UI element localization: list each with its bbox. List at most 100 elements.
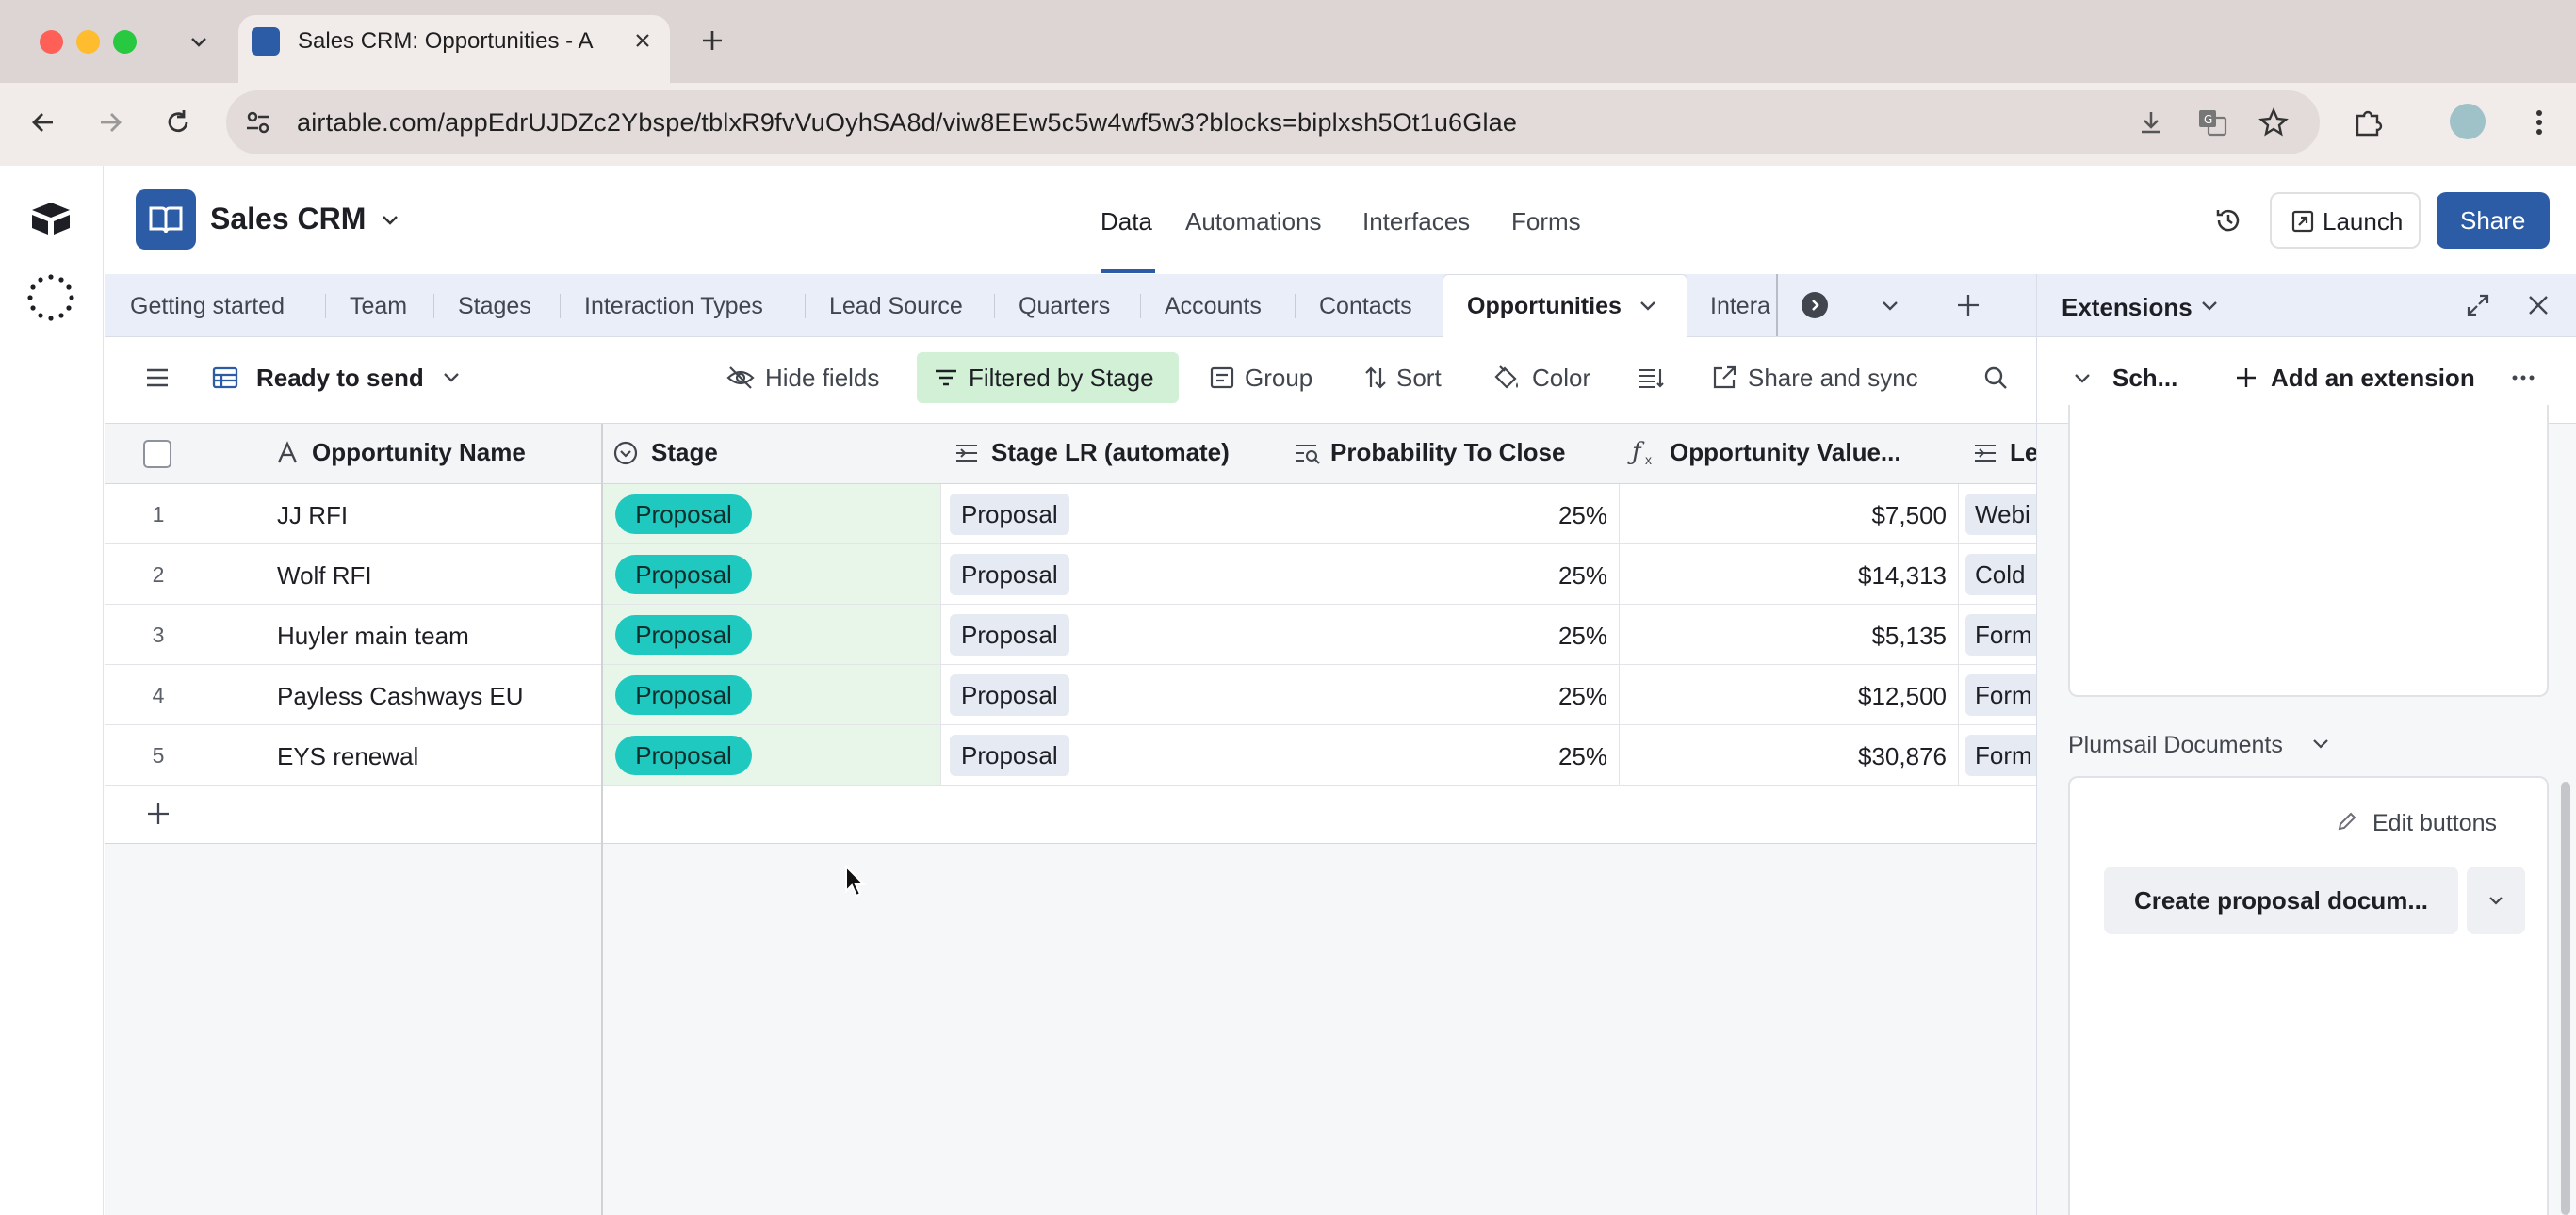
panel-scrollbar[interactable] xyxy=(2561,782,2570,1215)
expand-panel-icon[interactable] xyxy=(2465,292,2491,318)
profile-avatar[interactable] xyxy=(2450,104,2486,139)
tab-stages[interactable]: Stages xyxy=(458,293,531,320)
opportunity-name-cell[interactable]: Huyler main team xyxy=(277,622,469,651)
opportunity-name-cell[interactable]: Wolf RFI xyxy=(277,561,372,591)
nav-forms[interactable]: Forms xyxy=(1511,207,1581,236)
stage-pill[interactable]: Proposal xyxy=(615,675,752,715)
tab-options-chevron-icon[interactable] xyxy=(1637,295,1659,317)
probability-cell[interactable]: 25% xyxy=(1300,742,1607,771)
maximize-window-button[interactable] xyxy=(113,30,137,54)
extensions-puzzle-icon[interactable] xyxy=(2352,106,2384,138)
launch-button[interactable]: Launch xyxy=(2270,192,2421,249)
stage-lr-pill[interactable]: Proposal xyxy=(950,674,1069,716)
column-header-stage[interactable]: Stage xyxy=(651,438,718,467)
probability-cell[interactable]: 25% xyxy=(1300,501,1607,530)
base-title[interactable]: Sales CRM xyxy=(210,202,366,236)
column-header-probability[interactable]: Probability To Close xyxy=(1330,438,1565,467)
base-icon[interactable] xyxy=(136,189,196,250)
forward-icon[interactable] xyxy=(95,107,125,138)
opportunity-value-cell[interactable]: $5,135 xyxy=(1639,622,1947,651)
lead-source-pill[interactable]: Form xyxy=(1965,614,2041,656)
tab-accounts[interactable]: Accounts xyxy=(1165,293,1262,320)
opportunity-value-cell[interactable]: $14,313 xyxy=(1639,561,1947,591)
column-header-opportunity-name[interactable]: Opportunity Name xyxy=(312,438,526,467)
lead-source-pill[interactable]: Form xyxy=(1965,735,2041,776)
tab-team[interactable]: Team xyxy=(350,293,407,320)
bookmark-star-icon[interactable] xyxy=(2258,106,2290,138)
stage-pill[interactable]: Proposal xyxy=(615,555,752,594)
group-button[interactable]: Group xyxy=(1245,364,1312,393)
more-options-icon[interactable] xyxy=(2510,365,2536,390)
minimize-window-button[interactable] xyxy=(76,30,100,54)
base-menu-chevron-icon[interactable] xyxy=(379,209,401,232)
tab-opportunities[interactable]: Opportunities xyxy=(1467,293,1622,320)
probability-cell[interactable]: 25% xyxy=(1300,622,1607,651)
stage-lr-pill[interactable]: Proposal xyxy=(950,494,1069,535)
stage-lr-pill[interactable]: Proposal xyxy=(950,735,1069,776)
section-chevron-icon[interactable] xyxy=(2310,734,2331,754)
all-tables-chevron-icon[interactable] xyxy=(1879,295,1901,317)
row-height-icon[interactable] xyxy=(1637,364,1665,391)
current-extension-name[interactable]: Sch... xyxy=(2112,364,2177,393)
nav-interfaces[interactable]: Interfaces xyxy=(1362,207,1470,236)
tab-list-chevron-icon[interactable] xyxy=(187,30,211,55)
close-window-button[interactable] xyxy=(40,30,63,54)
stage-lr-pill[interactable]: Proposal xyxy=(950,614,1069,656)
color-button[interactable]: Color xyxy=(1532,364,1590,393)
translate-icon[interactable]: G xyxy=(2196,106,2228,138)
back-icon[interactable] xyxy=(28,107,58,138)
nav-data[interactable]: Data xyxy=(1101,207,1152,236)
nav-automations[interactable]: Automations xyxy=(1185,207,1322,236)
airtable-logo-icon[interactable] xyxy=(28,200,73,237)
column-header-lead-source[interactable]: Le xyxy=(2010,438,2036,467)
close-panel-icon[interactable] xyxy=(2525,292,2552,318)
download-icon[interactable] xyxy=(2137,108,2165,137)
history-icon[interactable] xyxy=(2213,205,2243,235)
tab-interactions[interactable]: Intera xyxy=(1710,293,1776,320)
opportunity-name-cell[interactable]: JJ RFI xyxy=(277,501,348,530)
add-extension-button[interactable]: Add an extension xyxy=(2271,364,2475,393)
column-header-stage-lr[interactable]: Stage LR (automate) xyxy=(991,438,1230,467)
lead-source-pill[interactable]: Webi xyxy=(1965,494,2041,535)
select-all-checkbox[interactable] xyxy=(143,440,171,468)
plumsail-section-title[interactable]: Plumsail Documents xyxy=(2068,732,2283,759)
reload-icon[interactable] xyxy=(163,107,193,138)
browser-menu-icon[interactable] xyxy=(2525,106,2553,138)
stage-pill[interactable]: Proposal xyxy=(615,736,752,775)
sort-button[interactable]: Sort xyxy=(1396,364,1442,393)
view-menu-chevron-icon[interactable] xyxy=(440,366,463,389)
opportunity-value-cell[interactable]: $7,500 xyxy=(1639,501,1947,530)
share-and-sync-button[interactable]: Share and sync xyxy=(1748,364,1918,393)
stage-pill[interactable]: Proposal xyxy=(615,494,752,534)
probability-cell[interactable]: 25% xyxy=(1300,682,1607,711)
column-header-opportunity-value[interactable]: Opportunity Value... xyxy=(1670,438,1901,467)
opportunity-name-cell[interactable]: Payless Cashways EU xyxy=(277,682,524,711)
scroll-tabs-icon[interactable] xyxy=(1802,292,1828,318)
extensions-chevron-icon[interactable] xyxy=(2198,295,2221,317)
opportunity-value-cell[interactable]: $30,876 xyxy=(1639,742,1947,771)
close-tab-icon[interactable] xyxy=(631,29,654,52)
tab-quarters[interactable]: Quarters xyxy=(1019,293,1110,320)
create-proposal-button[interactable]: Create proposal docum... xyxy=(2104,867,2458,934)
tab-interaction-types[interactable]: Interaction Types xyxy=(584,293,763,320)
add-record-icon[interactable] xyxy=(145,801,171,827)
extensions-title[interactable]: Extensions xyxy=(2062,293,2193,322)
new-tab-icon[interactable] xyxy=(698,26,726,55)
tab-getting-started[interactable]: Getting started xyxy=(130,293,285,320)
create-proposal-dropdown[interactable] xyxy=(2467,867,2525,934)
tab-lead-source[interactable]: Lead Source xyxy=(829,293,963,320)
opportunity-name-cell[interactable]: EYS renewal xyxy=(277,742,418,771)
tab-contacts[interactable]: Contacts xyxy=(1319,293,1412,320)
hide-fields-button[interactable]: Hide fields xyxy=(765,364,879,393)
lead-source-pill[interactable]: Form xyxy=(1965,674,2041,716)
view-name[interactable]: Ready to send xyxy=(256,364,424,393)
share-button[interactable]: Share xyxy=(2437,192,2550,249)
add-table-icon[interactable] xyxy=(1954,291,1982,319)
stage-pill[interactable]: Proposal xyxy=(615,615,752,655)
collapse-extension-chevron-icon[interactable] xyxy=(2071,367,2094,390)
edit-buttons-link[interactable]: Edit buttons xyxy=(2372,810,2497,837)
opportunity-value-cell[interactable]: $12,500 xyxy=(1639,682,1947,711)
site-settings-icon[interactable] xyxy=(241,105,275,139)
sidebar-toggle-icon[interactable] xyxy=(143,364,171,391)
lead-source-pill[interactable]: Cold xyxy=(1965,554,2041,595)
